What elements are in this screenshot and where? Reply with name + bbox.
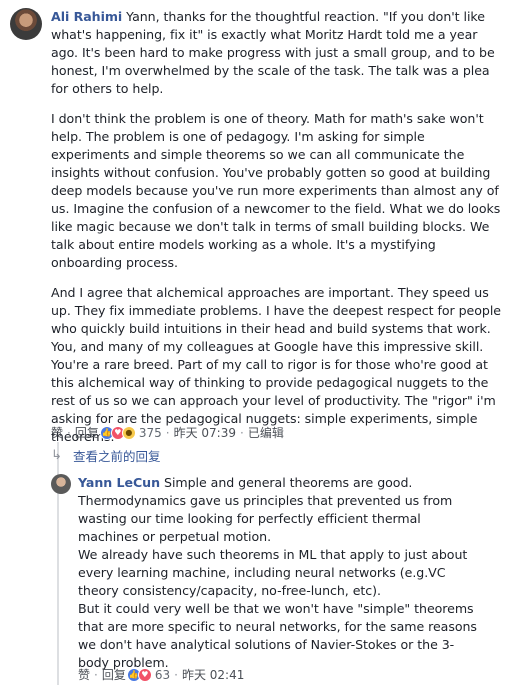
comment-author[interactable]: Yann LeCun — [78, 475, 160, 490]
like-button[interactable]: 赞 — [78, 666, 90, 683]
avatar[interactable] — [51, 474, 71, 494]
comment-paragraph: I don't think the problem is one of theo… — [51, 111, 501, 270]
edited-label[interactable]: 已编辑 — [248, 424, 284, 441]
comment-text: Simple and general theorems are good. Th… — [78, 475, 477, 670]
avatar[interactable] — [10, 8, 42, 40]
reactions[interactable]: 👍 ♥ ● — [99, 425, 136, 440]
comment-author[interactable]: Ali Rahimi — [51, 9, 122, 24]
love-icon: ♥ — [137, 667, 152, 682]
separator: · — [174, 667, 178, 682]
comment-paragraph: Ali Rahimi Yann, thanks for the thoughtf… — [51, 8, 501, 98]
wow-icon: ● — [121, 425, 136, 440]
reply-button[interactable]: 回复 — [75, 424, 99, 441]
reactions[interactable]: 👍 ♥ — [126, 667, 152, 682]
like-button[interactable]: 赞 — [51, 424, 63, 441]
reply-button[interactable]: 回复 — [102, 666, 126, 683]
comment-paragraph: And I agree that alchemical approaches a… — [51, 285, 501, 444]
comments-page: Ali Rahimi Yann, thanks for the thoughtf… — [0, 0, 508, 685]
reaction-count[interactable]: 63 — [155, 668, 170, 682]
timestamp[interactable]: 昨天 02:41 — [182, 666, 244, 683]
timestamp[interactable]: 昨天 07:39 — [174, 424, 236, 441]
separator: · — [94, 667, 98, 682]
reaction-count[interactable]: 375 — [139, 426, 162, 440]
separator: · — [67, 425, 71, 440]
separator: · — [165, 425, 170, 440]
comment-paragraph: Yann LeCun Simple and general theorems a… — [78, 474, 478, 672]
view-previous-replies[interactable]: ↳ 查看之前的回复 — [51, 446, 161, 465]
reply-body: Yann LeCun Simple and general theorems a… — [78, 474, 478, 672]
view-previous-label: 查看之前的回复 — [73, 449, 161, 464]
reply-arrow-icon: ↳ — [51, 448, 62, 463]
comment-actions: 赞 · 回复 👍 ♥ 63 · 昨天 02:41 — [78, 666, 244, 683]
separator: · — [240, 425, 244, 440]
comment-actions: 赞 · 回复 👍 ♥ ● 375 · 昨天 07:39 · 已编辑 — [51, 424, 284, 441]
comment-body: Ali Rahimi Yann, thanks for the thoughtf… — [51, 8, 501, 458]
